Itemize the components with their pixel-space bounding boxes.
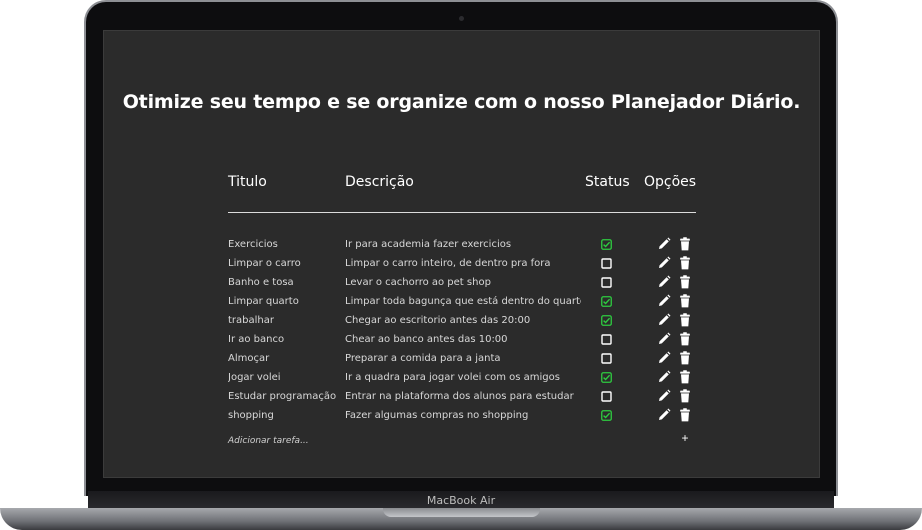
table-row: Banho e tosa Levar o cachorro ao pet sho…	[104, 274, 819, 293]
task-description: Limpar toda bagunça que está dentro do q…	[345, 296, 581, 307]
table-row: Exercicios Ir para academia fazer exerci…	[104, 236, 819, 255]
column-header-description: Descrição	[345, 174, 414, 190]
row-options	[657, 313, 693, 327]
add-task-input[interactable]: Adicionar tarefa...	[228, 436, 309, 446]
laptop-mockup: Otimize seu tempo e se organize com o no…	[0, 0, 922, 530]
pencil-icon[interactable]	[657, 275, 671, 289]
checkbox-checked-icon[interactable]	[601, 315, 612, 326]
task-title: Estudar programação	[228, 391, 337, 402]
trash-icon[interactable]	[678, 237, 692, 251]
header-divider	[228, 212, 696, 213]
task-title: Limpar o carro	[228, 258, 301, 269]
trash-icon[interactable]	[678, 332, 692, 346]
checkbox-checked-icon[interactable]	[601, 410, 612, 421]
task-title: Jogar volei	[228, 372, 281, 383]
column-header-options: Opções	[644, 174, 697, 190]
device-label: MacBook Air	[426, 494, 496, 507]
trash-icon[interactable]	[678, 408, 692, 422]
table-row: Almoçar Preparar a comida para a janta	[104, 350, 819, 369]
task-title: shopping	[228, 410, 274, 421]
row-options	[657, 351, 693, 365]
table-row: Jogar volei Ir a quadra para jogar volei…	[104, 369, 819, 388]
checkbox-empty-icon[interactable]	[601, 391, 612, 402]
checkbox-checked-icon[interactable]	[601, 296, 612, 307]
pencil-icon[interactable]	[657, 389, 671, 403]
pencil-icon[interactable]	[657, 332, 671, 346]
row-options	[657, 275, 693, 289]
task-description: Limpar o carro inteiro, de dentro pra fo…	[345, 258, 551, 269]
page-title: Otimize seu tempo e se organize com o no…	[122, 91, 801, 113]
checkbox-empty-icon[interactable]	[601, 353, 612, 364]
pencil-icon[interactable]	[657, 370, 671, 384]
row-options	[657, 294, 693, 308]
column-header-status: Status	[585, 174, 630, 190]
checkbox-empty-icon[interactable]	[601, 258, 612, 269]
task-title: Almoçar	[228, 353, 270, 364]
app-screen: Otimize seu tempo e se organize com o no…	[103, 30, 820, 478]
row-options	[657, 389, 693, 403]
trash-icon[interactable]	[678, 294, 692, 308]
trash-icon[interactable]	[678, 313, 692, 327]
row-options	[657, 332, 693, 346]
checkbox-empty-icon[interactable]	[601, 334, 612, 345]
webcam	[459, 16, 464, 21]
task-description: Preparar a comida para a janta	[345, 353, 501, 364]
table-row: trabalhar Chegar ao escritorio antes das…	[104, 312, 819, 331]
task-title: Exercicios	[228, 239, 278, 250]
pencil-icon[interactable]	[657, 256, 671, 270]
pencil-icon[interactable]	[657, 351, 671, 365]
column-header-title: Titulo	[228, 174, 267, 190]
add-task-button[interactable]: +	[679, 432, 691, 444]
laptop-notch	[383, 508, 540, 517]
task-title: Ir ao banco	[228, 334, 285, 345]
task-description: Entrar na plataforma dos alunos para est…	[345, 391, 574, 402]
task-description: Levar o cachorro ao pet shop	[345, 277, 491, 288]
task-description: Ir para academia fazer exercicios	[345, 239, 512, 250]
table-row: Limpar quarto Limpar toda bagunça que es…	[104, 293, 819, 312]
task-title: Limpar quarto	[228, 296, 299, 307]
task-title: trabalhar	[228, 315, 274, 326]
pencil-icon[interactable]	[657, 237, 671, 251]
row-options	[657, 408, 693, 422]
checkbox-checked-icon[interactable]	[601, 239, 612, 250]
task-title: Banho e tosa	[228, 277, 294, 288]
table-row: Limpar o carro Limpar o carro inteiro, d…	[104, 255, 819, 274]
pencil-icon[interactable]	[657, 408, 671, 422]
trash-icon[interactable]	[678, 275, 692, 289]
table-row: Ir ao banco Chear ao banco antes das 10:…	[104, 331, 819, 350]
task-description: Chegar ao escritorio antes das 20:00	[345, 315, 531, 326]
row-options	[657, 237, 693, 251]
task-description: Ir a quadra para jogar volei com os amig…	[345, 372, 560, 383]
checkbox-empty-icon[interactable]	[601, 277, 612, 288]
row-options	[657, 256, 693, 270]
trash-icon[interactable]	[678, 351, 692, 365]
trash-icon[interactable]	[678, 389, 692, 403]
table-row: shopping Fazer algumas compras no shoppi…	[104, 407, 819, 426]
trash-icon[interactable]	[678, 370, 692, 384]
trash-icon[interactable]	[678, 256, 692, 270]
row-options	[657, 370, 693, 384]
task-description: Fazer algumas compras no shopping	[345, 410, 529, 421]
table-row: Estudar programação Entrar na plataforma…	[104, 388, 819, 407]
task-list: Exercicios Ir para academia fazer exerci…	[104, 236, 819, 426]
pencil-icon[interactable]	[657, 294, 671, 308]
checkbox-checked-icon[interactable]	[601, 372, 612, 383]
task-description: Chear ao banco antes das 10:00	[345, 334, 508, 345]
pencil-icon[interactable]	[657, 313, 671, 327]
